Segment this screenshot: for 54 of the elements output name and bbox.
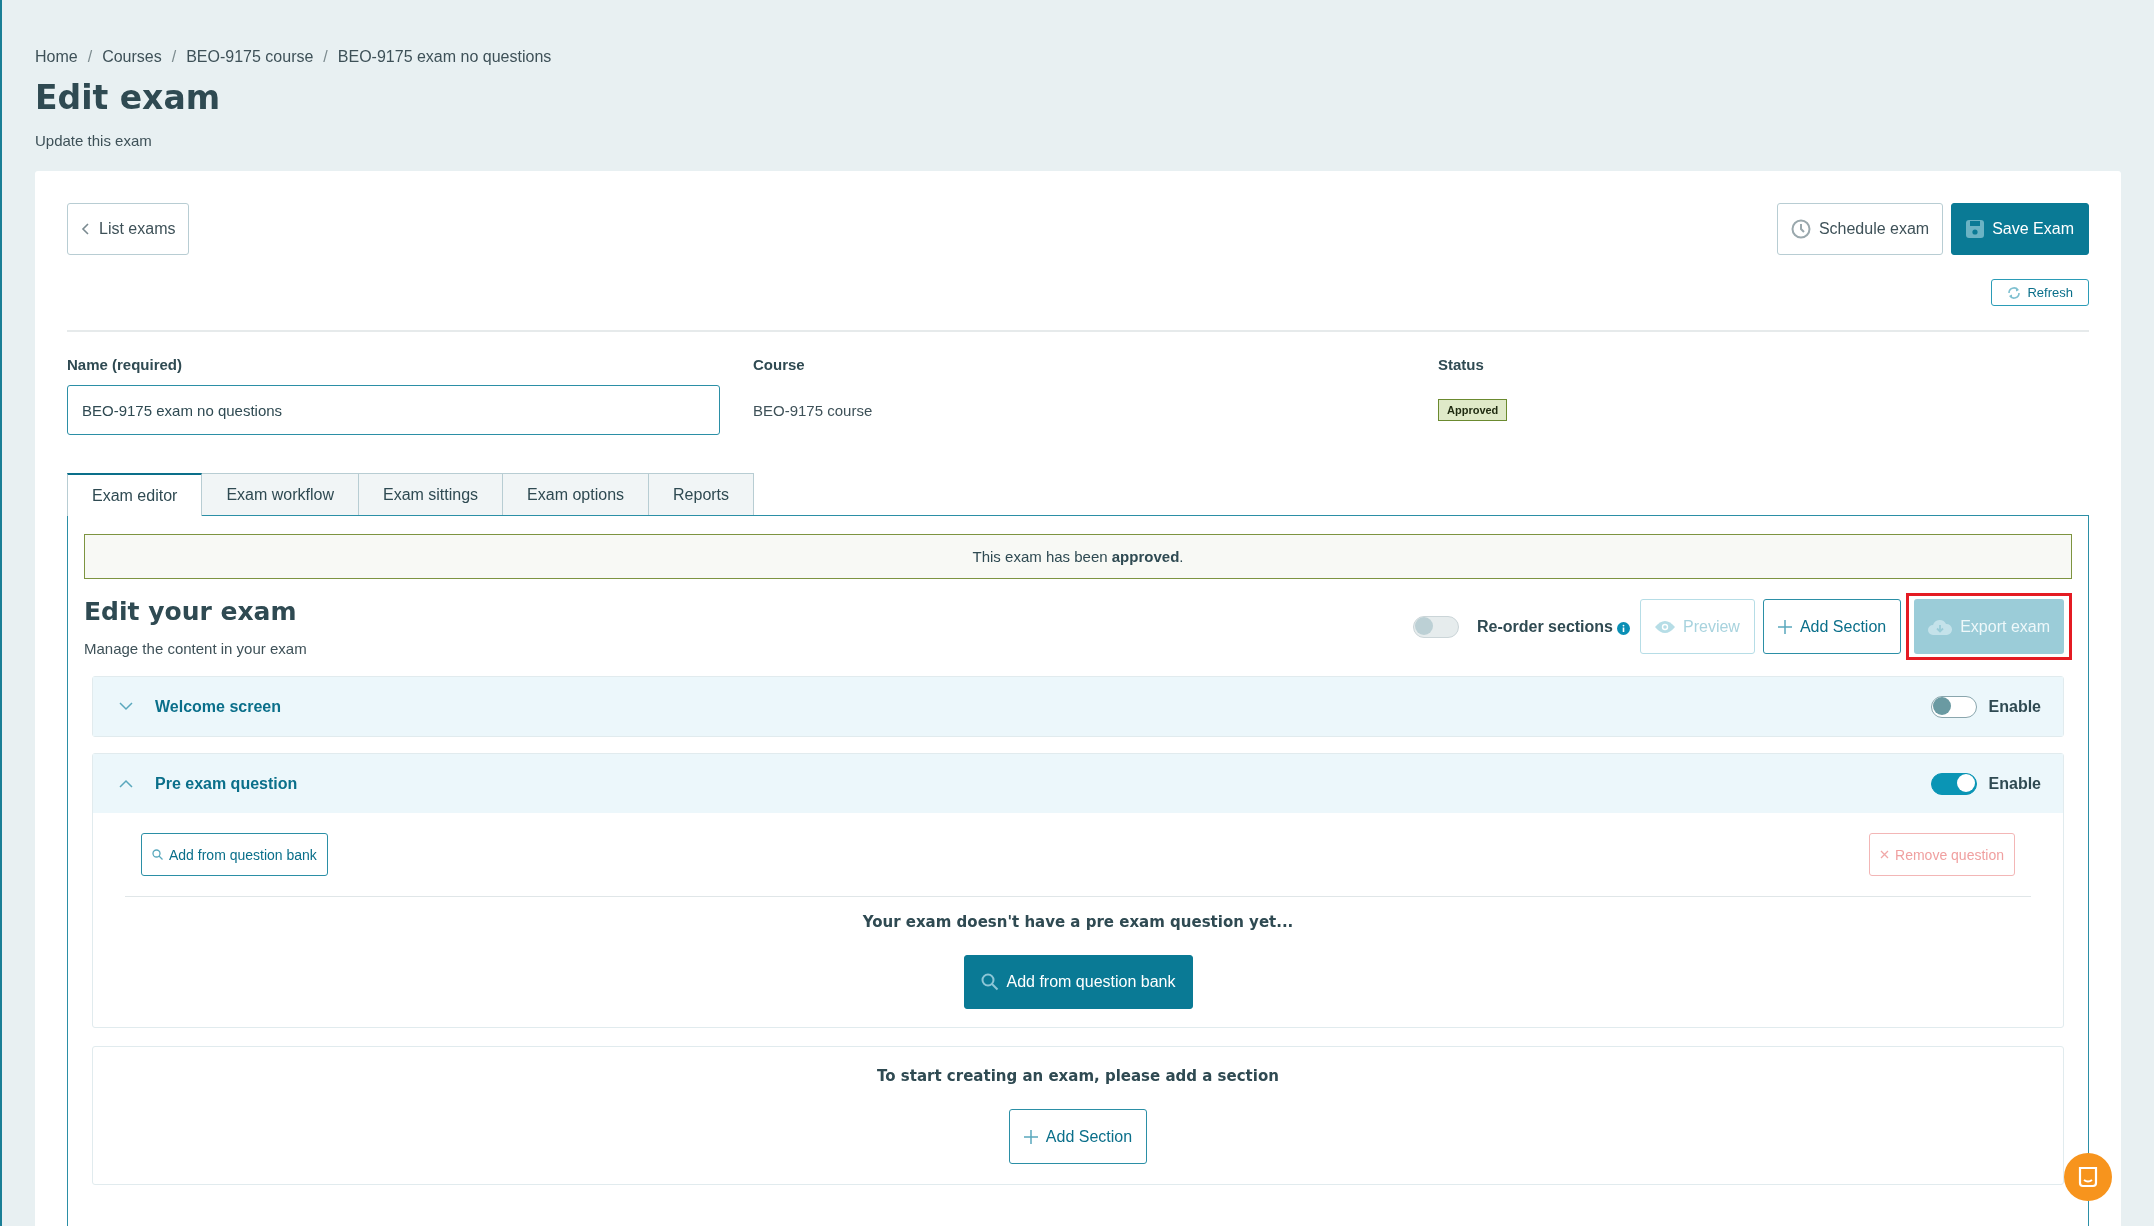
breadcrumb-current: BEO-9175 exam no questions [337,48,552,66]
tab[interactable]: Reports [648,473,755,515]
chat-icon[interactable] [2064,1153,2112,1201]
enable-toggle[interactable] [1930,695,1977,718]
add-from-question-bank-button[interactable]: Add from question bank [141,833,328,876]
tab[interactable]: Exam editor [67,473,203,516]
chevron-up-icon[interactable] [119,779,133,788]
refresh-button[interactable]: Refresh [1991,279,2089,306]
empty-message: To start creating an exam, please add a section [877,1067,1279,1085]
plus-icon [1777,619,1792,634]
chevron-down-icon[interactable] [119,702,133,711]
breadcrumb-separator: / [87,48,93,66]
tab[interactable]: Exam workflow [201,473,359,515]
search-icon [980,973,999,991]
refresh-icon [2007,285,2022,300]
add-section-button[interactable]: Add Section [1008,1109,1148,1164]
clock-icon [1790,219,1811,239]
eye-icon [1655,619,1675,634]
page-title: Edit exam [35,78,222,117]
section-heading[interactable]: Pre exam question [155,774,298,793]
toggle-label: Enable [1988,697,2041,716]
schedule-exam-button[interactable]: Schedule exam [1776,203,1944,255]
toggle-label: Enable [1988,774,2041,793]
breadcrumb-link[interactable]: Home [35,48,78,66]
close-icon [1880,850,1890,859]
breadcrumb-separator: / [323,48,328,66]
tab[interactable]: Exam options [502,473,650,515]
add-button[interactable]: Add Section [1762,599,1902,654]
save-exam-button[interactable]: Save Exam [1951,203,2089,255]
course-value: BEO-9175 course [753,400,874,421]
approved-banner: This exam has been approved. [84,534,2072,579]
breadcrumb-link[interactable]: BEO-9175 course [186,48,314,66]
breadcrumb-separator: / [171,48,177,66]
empty-message: Your exam doesn't have a pre exam question yet... [862,913,1294,931]
list-exams-button[interactable]: List exams [67,203,190,255]
tab[interactable]: Exam sittings [357,473,504,515]
reorder-label: Re-order sections [1476,617,1613,636]
status-badge: Approved [1438,399,1508,421]
plus-icon [1023,1129,1038,1144]
field-label: Course [753,356,806,373]
breadcrumb-link[interactable]: Courses [102,48,162,66]
field-label: Name (required) [67,356,184,373]
field-label: Status [1438,356,1485,373]
section-heading[interactable]: Welcome screen [155,697,281,716]
info-icon [1617,622,1630,635]
page-subtitle: Update this exam [35,132,153,149]
search-icon [152,849,163,860]
chevron-left-icon [81,222,91,236]
section-subtitle: Manage the content in your exam [84,640,307,657]
add-from-question-bank-button[interactable]: Add from question bank [963,955,1193,1009]
name-input[interactable]: BEO-9175 exam no questions [67,385,720,435]
enable-toggle[interactable] [1930,772,1977,795]
section-title: Edit your exam [84,597,298,626]
cloud-download-icon [1928,618,1953,635]
